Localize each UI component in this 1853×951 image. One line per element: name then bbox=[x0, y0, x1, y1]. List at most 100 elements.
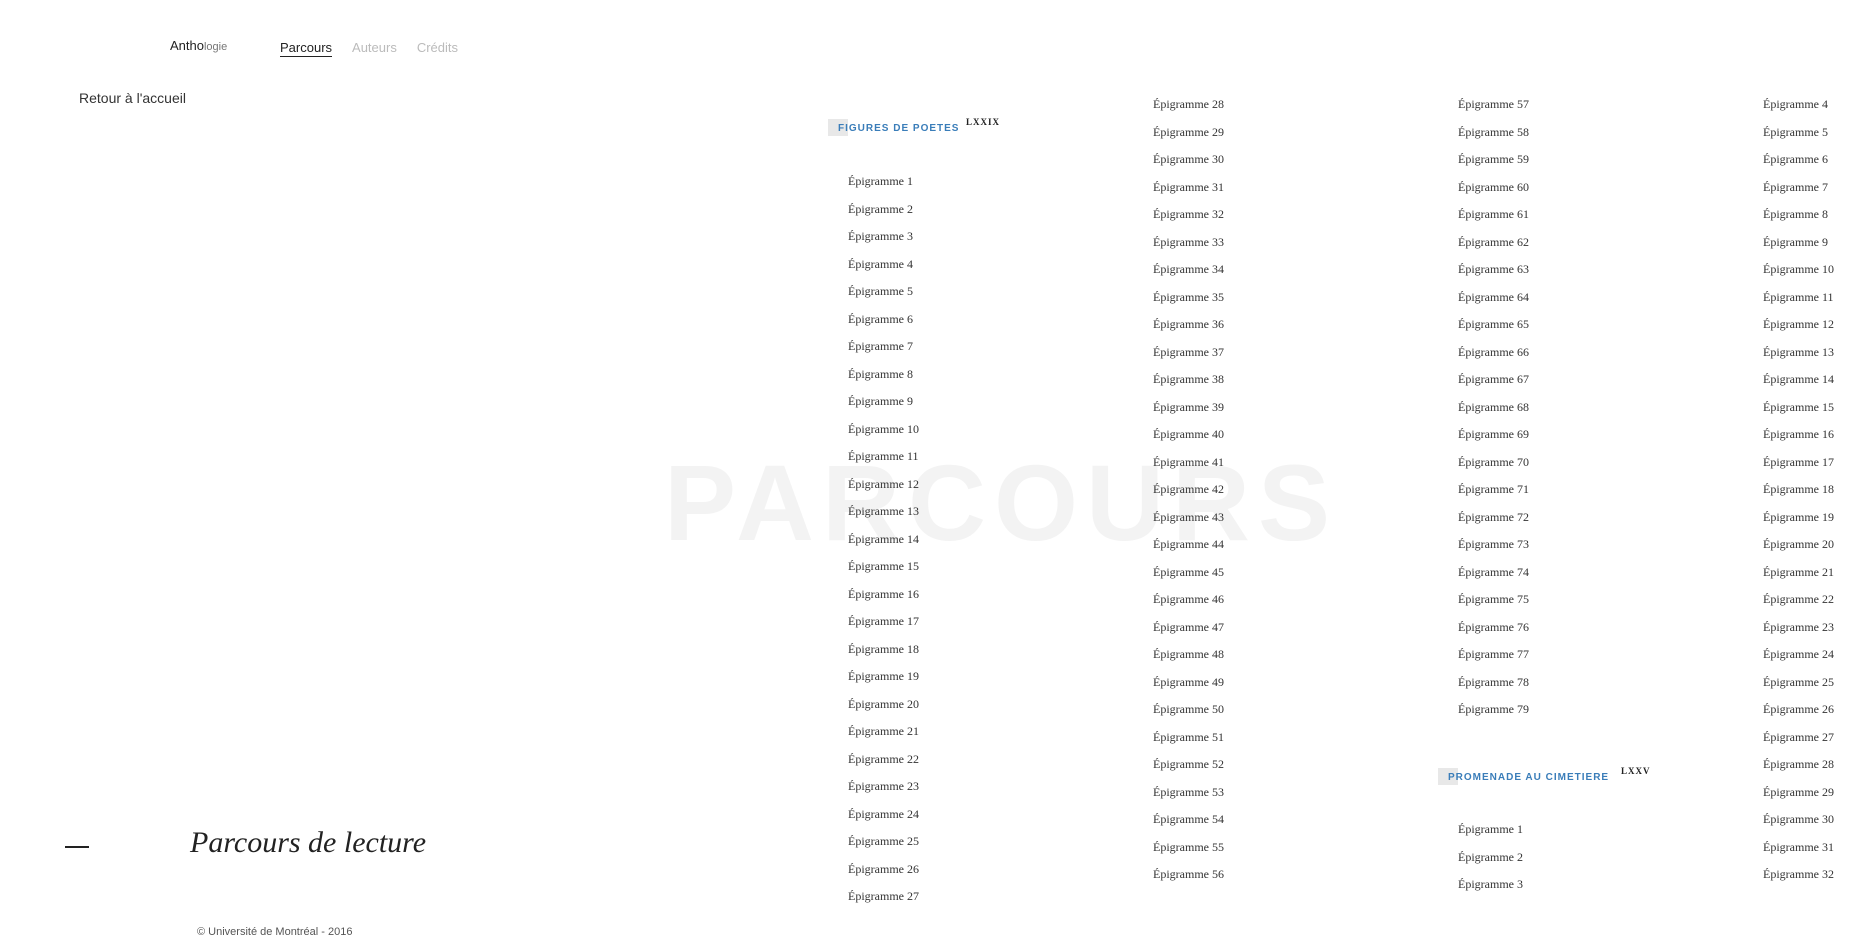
epigram-link[interactable]: Épigramme 48 bbox=[1153, 647, 1224, 662]
epigram-link[interactable]: Épigramme 43 bbox=[1153, 510, 1224, 525]
epigram-link[interactable]: Épigramme 63 bbox=[1458, 262, 1529, 277]
epigram-link[interactable]: Épigramme 57 bbox=[1458, 97, 1529, 112]
epigram-link[interactable]: Épigramme 40 bbox=[1153, 427, 1224, 442]
epigram-link[interactable]: Épigramme 53 bbox=[1153, 785, 1224, 800]
epigram-link[interactable]: Épigramme 34 bbox=[1153, 262, 1224, 277]
epigram-link[interactable]: Épigramme 24 bbox=[1763, 647, 1834, 662]
epigram-link[interactable]: Épigramme 11 bbox=[848, 449, 919, 464]
epigram-link[interactable]: Épigramme 20 bbox=[848, 697, 919, 712]
epigram-link[interactable]: Épigramme 9 bbox=[848, 394, 913, 409]
section-title[interactable]: FIGURES DE POETES bbox=[838, 123, 959, 134]
epigram-link[interactable]: Épigramme 76 bbox=[1458, 620, 1529, 635]
epigram-link[interactable]: Épigramme 1 bbox=[1458, 822, 1523, 837]
epigram-link[interactable]: Épigramme 6 bbox=[848, 312, 913, 327]
epigram-link[interactable]: Épigramme 66 bbox=[1458, 345, 1529, 360]
epigram-link[interactable]: Épigramme 25 bbox=[1763, 675, 1834, 690]
epigram-link[interactable]: Épigramme 28 bbox=[1153, 97, 1224, 112]
epigram-link[interactable]: Épigramme 21 bbox=[1763, 565, 1834, 580]
epigram-link[interactable]: Épigramme 6 bbox=[1763, 152, 1828, 167]
nav-parcours[interactable]: Parcours bbox=[280, 40, 333, 57]
epigram-link[interactable]: Épigramme 15 bbox=[848, 559, 919, 574]
epigram-link[interactable]: Épigramme 58 bbox=[1458, 125, 1529, 140]
epigram-link[interactable]: Épigramme 74 bbox=[1458, 565, 1529, 580]
nav-credits[interactable]: Crédits bbox=[417, 40, 458, 57]
epigram-link[interactable]: Épigramme 75 bbox=[1458, 592, 1529, 607]
epigram-link[interactable]: Épigramme 3 bbox=[1458, 877, 1523, 892]
epigram-link[interactable]: Épigramme 37 bbox=[1153, 345, 1224, 360]
epigram-link[interactable]: Épigramme 1 bbox=[848, 174, 913, 189]
epigram-link[interactable]: Épigramme 56 bbox=[1153, 867, 1224, 882]
epigram-link[interactable]: Épigramme 9 bbox=[1763, 235, 1828, 250]
epigram-link[interactable]: Épigramme 7 bbox=[1763, 180, 1828, 195]
epigram-link[interactable]: Épigramme 22 bbox=[1763, 592, 1834, 607]
epigram-link[interactable]: Épigramme 59 bbox=[1458, 152, 1529, 167]
epigram-link[interactable]: Épigramme 36 bbox=[1153, 317, 1224, 332]
epigram-link[interactable]: Épigramme 20 bbox=[1763, 537, 1834, 552]
epigram-link[interactable]: Épigramme 30 bbox=[1763, 812, 1834, 827]
epigram-link[interactable]: Épigramme 21 bbox=[848, 724, 919, 739]
epigram-link[interactable]: Épigramme 27 bbox=[848, 889, 919, 904]
epigram-link[interactable]: Épigramme 32 bbox=[1763, 867, 1834, 882]
epigram-link[interactable]: Épigramme 3 bbox=[848, 229, 913, 244]
epigram-link[interactable]: Épigramme 45 bbox=[1153, 565, 1224, 580]
epigram-link[interactable]: Épigramme 10 bbox=[1763, 262, 1834, 277]
epigram-link[interactable]: Épigramme 26 bbox=[848, 862, 919, 877]
epigram-link[interactable]: Épigramme 46 bbox=[1153, 592, 1224, 607]
epigram-link[interactable]: Épigramme 32 bbox=[1153, 207, 1224, 222]
epigram-link[interactable]: Épigramme 23 bbox=[1763, 620, 1834, 635]
epigram-link[interactable]: Épigramme 44 bbox=[1153, 537, 1224, 552]
epigram-link[interactable]: Épigramme 19 bbox=[1763, 510, 1834, 525]
epigram-link[interactable]: Épigramme 7 bbox=[848, 339, 913, 354]
epigram-link[interactable]: Épigramme 13 bbox=[1763, 345, 1834, 360]
epigram-link[interactable]: Épigramme 60 bbox=[1458, 180, 1529, 195]
epigram-link[interactable]: Épigramme 65 bbox=[1458, 317, 1529, 332]
epigram-link[interactable]: Épigramme 23 bbox=[848, 779, 919, 794]
epigram-link[interactable]: Épigramme 78 bbox=[1458, 675, 1529, 690]
epigram-link[interactable]: Épigramme 30 bbox=[1153, 152, 1224, 167]
epigram-link[interactable]: Épigramme 29 bbox=[1153, 125, 1224, 140]
epigram-link[interactable]: Épigramme 61 bbox=[1458, 207, 1529, 222]
epigram-link[interactable]: Épigramme 16 bbox=[848, 587, 919, 602]
epigram-link[interactable]: Épigramme 67 bbox=[1458, 372, 1529, 387]
epigram-link[interactable]: Épigramme 42 bbox=[1153, 482, 1224, 497]
epigram-link[interactable]: Épigramme 35 bbox=[1153, 290, 1224, 305]
epigram-link[interactable]: Épigramme 16 bbox=[1763, 427, 1834, 442]
epigram-link[interactable]: Épigramme 28 bbox=[1763, 757, 1834, 772]
epigram-link[interactable]: Épigramme 31 bbox=[1153, 180, 1224, 195]
nav-auteurs[interactable]: Auteurs bbox=[352, 40, 397, 57]
epigram-link[interactable]: Épigramme 54 bbox=[1153, 812, 1224, 827]
epigram-link[interactable]: Épigramme 14 bbox=[848, 532, 919, 547]
epigram-link[interactable]: Épigramme 19 bbox=[848, 669, 919, 684]
epigram-link[interactable]: Épigramme 38 bbox=[1153, 372, 1224, 387]
epigram-link[interactable]: Épigramme 49 bbox=[1153, 675, 1224, 690]
epigram-link[interactable]: Épigramme 18 bbox=[848, 642, 919, 657]
epigram-link[interactable]: Épigramme 17 bbox=[848, 614, 919, 629]
site-logo[interactable]: Anthologie bbox=[170, 38, 227, 53]
epigram-link[interactable]: Épigramme 41 bbox=[1153, 455, 1224, 470]
epigram-link[interactable]: Épigramme 77 bbox=[1458, 647, 1529, 662]
epigram-link[interactable]: Épigramme 71 bbox=[1458, 482, 1529, 497]
epigram-link[interactable]: Épigramme 8 bbox=[1763, 207, 1828, 222]
epigram-link[interactable]: Épigramme 18 bbox=[1763, 482, 1834, 497]
epigram-link[interactable]: Épigramme 64 bbox=[1458, 290, 1529, 305]
back-to-home-link[interactable]: Retour à l'accueil bbox=[79, 90, 186, 106]
epigram-link[interactable]: Épigramme 25 bbox=[848, 834, 919, 849]
epigram-link[interactable]: Épigramme 11 bbox=[1763, 290, 1834, 305]
epigram-link[interactable]: Épigramme 73 bbox=[1458, 537, 1529, 552]
epigram-link[interactable]: Épigramme 17 bbox=[1763, 455, 1834, 470]
epigram-link[interactable]: Épigramme 10 bbox=[848, 422, 919, 437]
epigram-link[interactable]: Épigramme 15 bbox=[1763, 400, 1834, 415]
epigram-link[interactable]: Épigramme 52 bbox=[1153, 757, 1224, 772]
epigram-link[interactable]: Épigramme 55 bbox=[1153, 840, 1224, 855]
epigram-link[interactable]: Épigramme 24 bbox=[848, 807, 919, 822]
epigram-link[interactable]: Épigramme 14 bbox=[1763, 372, 1834, 387]
epigram-link[interactable]: Épigramme 8 bbox=[848, 367, 913, 382]
epigram-link[interactable]: Épigramme 2 bbox=[1458, 850, 1523, 865]
epigram-link[interactable]: Épigramme 51 bbox=[1153, 730, 1224, 745]
epigram-link[interactable]: Épigramme 12 bbox=[848, 477, 919, 492]
epigram-link[interactable]: Épigramme 12 bbox=[1763, 317, 1834, 332]
section-title[interactable]: PROMENADE AU CIMETIERE bbox=[1448, 772, 1609, 783]
epigram-link[interactable]: Épigramme 50 bbox=[1153, 702, 1224, 717]
epigram-link[interactable]: Épigramme 68 bbox=[1458, 400, 1529, 415]
epigram-link[interactable]: Épigramme 27 bbox=[1763, 730, 1834, 745]
